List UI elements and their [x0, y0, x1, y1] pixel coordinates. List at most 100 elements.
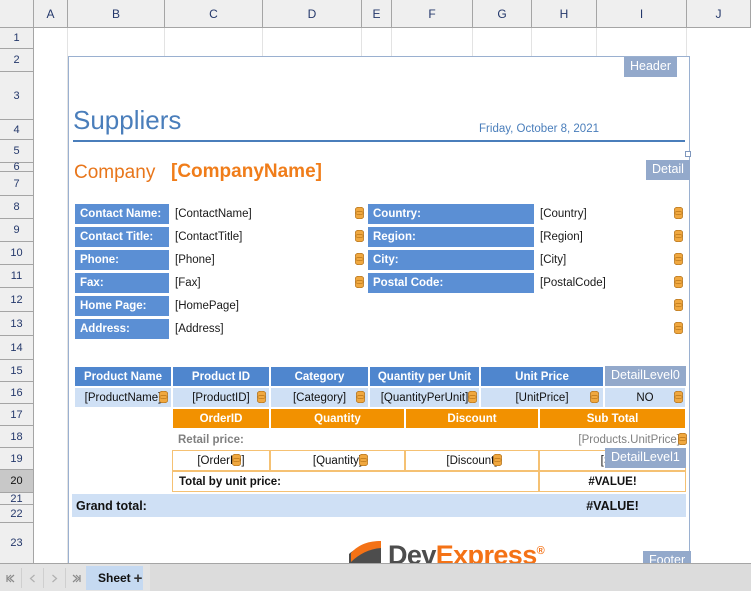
row-header-14[interactable]: 14: [0, 336, 33, 360]
row-header-11[interactable]: 11: [0, 265, 33, 288]
column-header-f[interactable]: F: [392, 0, 473, 27]
row-header-5[interactable]: 5: [0, 140, 33, 163]
logo-text-express: Express: [435, 539, 537, 564]
column-header-d[interactable]: D: [263, 0, 362, 27]
band-tag-detail-level-1[interactable]: DetailLevel1: [605, 448, 686, 468]
field-value-postal-code[interactable]: [PostalCode]: [537, 272, 657, 294]
select-all-corner[interactable]: [0, 0, 34, 27]
total-by-unit-price-label[interactable]: Total by unit price:: [172, 471, 539, 492]
row-header-3[interactable]: 3: [0, 72, 33, 120]
field-label-region[interactable]: Region:: [367, 226, 535, 248]
field-value-home-page[interactable]: [HomePage]: [172, 295, 332, 317]
band-tag-detail-level-0[interactable]: DetailLevel0: [605, 366, 686, 386]
field-label-home-page[interactable]: Home Page:: [74, 295, 170, 317]
database-binding-icon: [356, 390, 365, 404]
subtable-cell-discount[interactable]: [Discount]: [405, 450, 539, 471]
row-header-4[interactable]: 4: [0, 120, 33, 140]
table-cell-product-id[interactable]: [ProductID]: [172, 387, 270, 408]
database-binding-icon: [355, 229, 364, 243]
retail-price-value[interactable]: [Products.UnitPrice]: [519, 429, 684, 450]
company-name-field[interactable]: [CompanyName]: [171, 161, 322, 183]
last-sheet-button[interactable]: [66, 568, 88, 588]
field-value-city[interactable]: [City]: [537, 249, 657, 271]
row-header-23[interactable]: 23: [0, 523, 33, 564]
subtable-header-orderid[interactable]: OrderID: [172, 408, 270, 429]
row-header-12[interactable]: 12: [0, 288, 33, 312]
grand-total-value[interactable]: #VALUE!: [539, 494, 686, 517]
retail-price-label[interactable]: Retail price:: [172, 429, 332, 450]
database-binding-icon: [493, 453, 502, 467]
field-value-country[interactable]: [Country]: [537, 203, 657, 225]
field-label-address[interactable]: Address:: [74, 318, 170, 340]
table-cell-product-name[interactable]: [ProductName]: [74, 387, 172, 408]
subtable-header-discount[interactable]: Discount: [405, 408, 539, 429]
table-header-product-id[interactable]: Product ID: [172, 366, 270, 387]
subtable-header-sub-total[interactable]: Sub Total: [539, 408, 686, 429]
band-tag-footer[interactable]: Footer: [643, 551, 692, 563]
column-header-strip: A B C D E F G H I J: [0, 0, 751, 28]
next-sheet-button[interactable]: [44, 568, 66, 588]
row-header-21[interactable]: 21: [0, 493, 33, 505]
grand-total-label[interactable]: Grand total:: [72, 494, 539, 517]
row-header-10[interactable]: 10: [0, 242, 33, 265]
subtable-header-quantity[interactable]: Quantity: [270, 408, 405, 429]
row-header-20[interactable]: 20: [0, 470, 33, 493]
last-sheet-icon: [72, 574, 81, 582]
field-label-country[interactable]: Country:: [367, 203, 535, 225]
first-sheet-button[interactable]: [0, 568, 22, 588]
table-cell-quantity-per-unit[interactable]: [QuantityPerUnit]: [369, 387, 480, 408]
page-title[interactable]: Suppliers: [73, 105, 181, 136]
row-header-13[interactable]: 13: [0, 312, 33, 336]
band-tag-header[interactable]: Header: [624, 57, 677, 77]
row-header-6[interactable]: 6: [0, 161, 33, 173]
field-label-city[interactable]: City:: [367, 249, 535, 271]
column-header-j[interactable]: J: [687, 0, 751, 27]
row-header-22[interactable]: 22: [0, 505, 33, 523]
band-resize-handle[interactable]: [685, 151, 691, 157]
field-label-phone[interactable]: Phone:: [74, 249, 170, 271]
worksheet-grid[interactable]: Header Suppliers Friday, October 8, 2021…: [34, 28, 751, 563]
table-header-quantity-per-unit[interactable]: Quantity per Unit: [369, 366, 480, 387]
row-header-2[interactable]: 2: [0, 49, 33, 72]
field-label-contact-title[interactable]: Contact Title:: [74, 226, 170, 248]
row-header-16[interactable]: 16: [0, 382, 33, 404]
row-header-17[interactable]: 17: [0, 404, 33, 426]
table-header-category[interactable]: Category: [270, 366, 369, 387]
row-header-18[interactable]: 18: [0, 426, 33, 448]
field-label-contact-name[interactable]: Contact Name:: [74, 203, 170, 225]
field-value-contact-name[interactable]: [ContactName]: [172, 203, 332, 225]
table-cell-unit-price[interactable]: [UnitPrice]: [480, 387, 604, 408]
row-header-19[interactable]: 19: [0, 448, 33, 470]
field-value-phone[interactable]: [Phone]: [172, 249, 332, 271]
column-header-h[interactable]: H: [532, 0, 597, 27]
field-value-region[interactable]: [Region]: [537, 226, 657, 248]
row-header-15[interactable]: 15: [0, 360, 33, 382]
table-header-product-name[interactable]: Product Name: [74, 366, 172, 387]
company-label[interactable]: Company: [74, 162, 155, 184]
row-header-8[interactable]: 8: [0, 196, 33, 219]
band-tag-detail[interactable]: Detail: [646, 160, 690, 180]
column-header-e[interactable]: E: [362, 0, 392, 27]
total-by-unit-price-value[interactable]: #VALUE!: [539, 471, 686, 492]
previous-sheet-button[interactable]: [22, 568, 44, 588]
subtable-cell-quantity[interactable]: [Quantity]: [270, 450, 405, 471]
field-label-fax[interactable]: Fax:: [74, 272, 170, 294]
table-cell-category[interactable]: [Category]: [270, 387, 369, 408]
subtable-cell-orderid[interactable]: [OrderID]: [172, 450, 270, 471]
column-header-a[interactable]: A: [34, 0, 68, 27]
field-value-contact-title[interactable]: [ContactTitle]: [172, 226, 332, 248]
row-header-9[interactable]: 9: [0, 219, 33, 242]
report-page-canvas[interactable]: Header Suppliers Friday, October 8, 2021…: [68, 56, 692, 564]
column-header-b[interactable]: B: [68, 0, 165, 27]
add-sheet-button[interactable]: +: [128, 568, 148, 588]
field-value-address[interactable]: [Address]: [172, 318, 332, 340]
row-header-1[interactable]: 1: [0, 28, 33, 49]
row-header-7[interactable]: 7: [0, 172, 33, 196]
report-date[interactable]: Friday, October 8, 2021: [399, 123, 599, 135]
field-label-postal-code[interactable]: Postal Code:: [367, 272, 535, 294]
field-value-fax[interactable]: [Fax]: [172, 272, 332, 294]
column-header-c[interactable]: C: [165, 0, 263, 27]
table-header-unit-price[interactable]: Unit Price: [480, 366, 604, 387]
column-header-g[interactable]: G: [473, 0, 532, 27]
column-header-i[interactable]: I: [597, 0, 687, 27]
